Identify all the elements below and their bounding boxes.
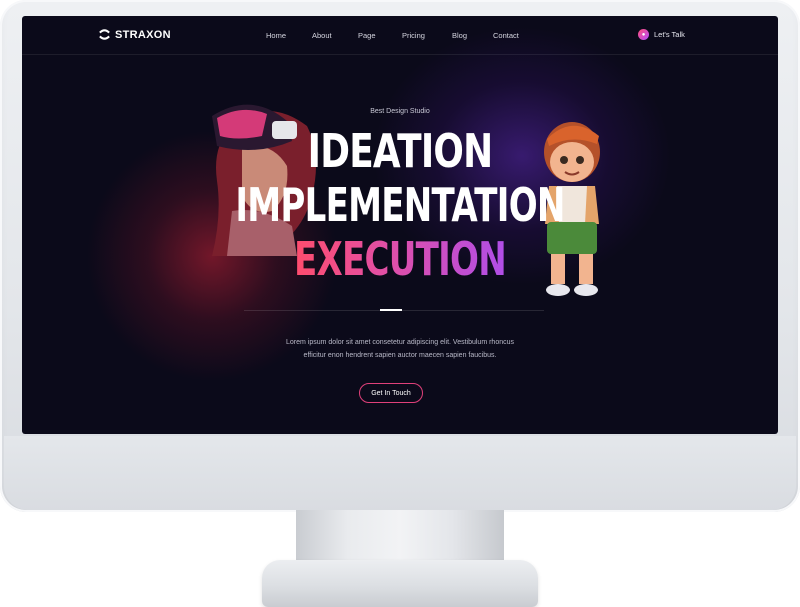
lets-talk-label: Let's Talk — [654, 30, 685, 39]
hero-title-line-1: IDEATION — [307, 124, 494, 178]
lets-talk-link[interactable]: ● Let's Talk — [638, 29, 685, 40]
top-nav: STRAXON Home About Page Pricing Blog Con… — [22, 16, 778, 55]
brand-name: STRAXON — [115, 28, 171, 41]
pink-dot-icon: ● — [638, 29, 649, 40]
nav-item-home[interactable]: Home — [266, 31, 286, 40]
nav-item-about[interactable]: About — [312, 31, 332, 40]
hero-description-line-2: efficitur enon hendrent sapien auctor ma… — [303, 352, 497, 359]
nav-item-pricing[interactable]: Pricing — [402, 31, 425, 40]
swirl-logo-icon — [99, 29, 110, 40]
get-in-touch-button[interactable]: Get In Touch — [359, 383, 423, 403]
hero-description: Lorem ipsum dolor sit amet consetetur ad… — [260, 336, 540, 362]
nav-item-page[interactable]: Page — [358, 31, 376, 40]
nav-item-blog[interactable]: Blog — [452, 31, 467, 40]
hero-divider-accent — [380, 309, 402, 311]
hero-description-line-1: Lorem ipsum dolor sit amet consetetur ad… — [286, 339, 514, 346]
hero-eyebrow: Best Design Studio — [370, 108, 430, 115]
brand-logo[interactable]: STRAXON — [98, 28, 171, 41]
hero-title-gradient-text: EXECUTION — [293, 232, 507, 286]
hero-title-line-2: IMPLEMENTATION — [235, 178, 565, 232]
hero-title-line-3: EXECUTION — [120, 232, 679, 286]
monitor-chin — [4, 436, 796, 510]
website-screen: STRAXON Home About Page Pricing Blog Con… — [22, 16, 778, 434]
monitor-stand-base — [262, 560, 538, 607]
nav-item-contact[interactable]: Contact — [493, 31, 519, 40]
